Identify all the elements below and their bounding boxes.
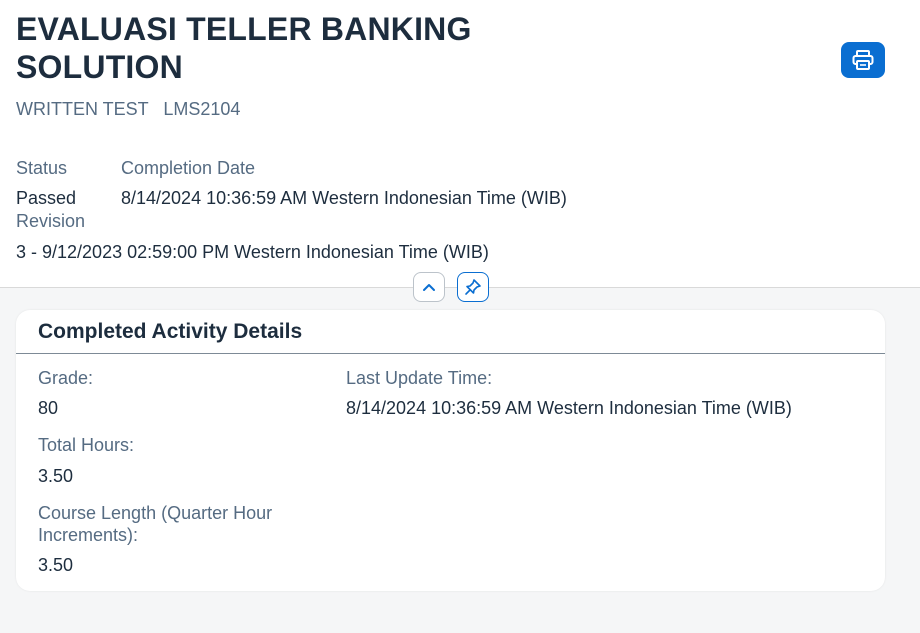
- print-button[interactable]: [841, 42, 885, 78]
- course-length-value: 3.50: [38, 555, 74, 575]
- activity-code: LMS2104: [163, 99, 241, 119]
- total-hours-value: 3.50: [38, 466, 74, 486]
- total-hours-label: Total Hours:: [38, 435, 135, 455]
- page-title: EVALUASI TELLER BANKING SOLUTION: [16, 11, 472, 85]
- activity-type: WRITTEN TEST: [16, 99, 149, 119]
- page-subtitle: WRITTEN TEST LMS2104: [16, 99, 240, 120]
- completion-date-value: 8/14/2024 10:36:59 AM Western Indonesian…: [121, 188, 567, 208]
- status-value: Passed: [16, 188, 77, 208]
- card-divider: [16, 353, 885, 354]
- revision-label: Revision: [16, 211, 86, 231]
- grade-value: 80: [38, 398, 59, 418]
- object-page-header: EVALUASI TELLER BANKING SOLUTION WRITTEN…: [0, 0, 920, 288]
- status-label: Status: [16, 158, 68, 178]
- last-update-value: 8/14/2024 10:36:59 AM Western Indonesian…: [346, 398, 792, 418]
- last-update-label: Last Update Time:: [346, 368, 493, 388]
- pin-header-button[interactable]: [457, 272, 489, 302]
- collapse-header-button[interactable]: [413, 272, 445, 302]
- chevron-up-icon: [423, 284, 435, 291]
- pin-icon: [465, 279, 481, 295]
- revision-value: 3 - 9/12/2023 02:59:00 PM Western Indone…: [16, 242, 489, 262]
- printer-icon: [852, 50, 874, 70]
- completed-activity-details-card: Completed Activity Details Grade: 80 Tot…: [16, 310, 885, 591]
- course-length-label: Course Length (Quarter Hour Increments):: [38, 503, 273, 545]
- grade-label: Grade:: [38, 368, 94, 388]
- card-title: Completed Activity Details: [38, 320, 303, 343]
- completion-date-label: Completion Date: [121, 158, 256, 178]
